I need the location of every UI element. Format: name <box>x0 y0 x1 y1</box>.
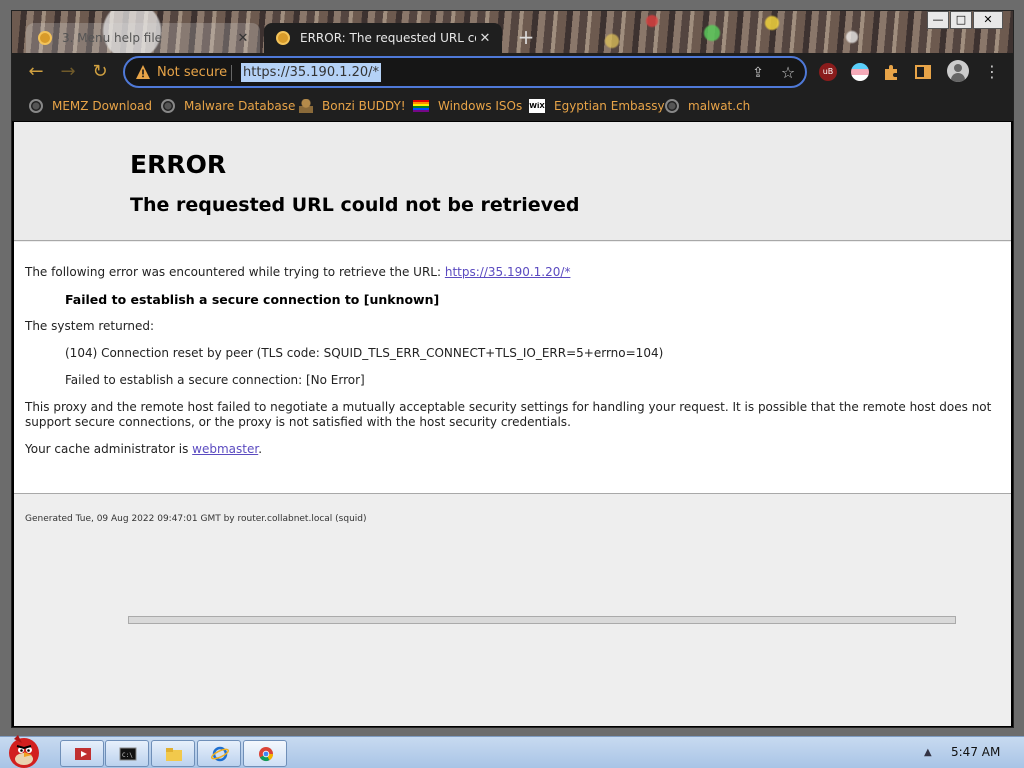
requested-url-link[interactable]: https://35.190.1.20/* <box>445 265 571 279</box>
system-error-line: Failed to establish a secure connection:… <box>65 373 365 387</box>
taskbar-internet-explorer[interactable] <box>197 740 241 767</box>
system-clock[interactable]: 5:47 AM <box>951 745 1000 759</box>
bonzi-icon <box>299 99 313 113</box>
avatar-head <box>954 64 962 72</box>
intro-label: The following error was encountered whil… <box>25 265 442 279</box>
taskbar-file-explorer[interactable] <box>151 740 195 767</box>
taskbar-media-player[interactable] <box>60 740 104 767</box>
svg-text:C:\: C:\ <box>122 752 133 759</box>
start-button-angry-bird-icon[interactable] <box>0 731 50 768</box>
browser-toolbar: ← → ↻ Not secure https://35.190.1.20/* ⇪… <box>12 53 1013 91</box>
bookmark-malware-database[interactable]: Malware Database <box>161 97 295 115</box>
system-returned-label: The system returned: <box>25 319 155 333</box>
tab-close-icon[interactable]: ✕ <box>234 31 252 46</box>
reload-button[interactable]: ↻ <box>87 59 113 85</box>
page-title: ERROR <box>130 150 227 179</box>
chrome-icon <box>259 747 274 762</box>
bookmark-label: MEMZ Download <box>52 99 152 113</box>
close-window-button[interactable]: ✕ <box>973 11 1003 29</box>
address-bar[interactable]: Not secure https://35.190.1.20/* ⇪ ☆ <box>123 56 807 88</box>
bookmark-egyptian-embassy[interactable]: WiX Egyptian Embassy <box>529 97 665 115</box>
menu-kebab-icon[interactable]: ⋮ <box>979 59 1005 85</box>
globe-icon <box>29 99 43 113</box>
ublock-icon[interactable]: uB <box>819 63 837 81</box>
bookmark-windows-isos[interactable]: Windows ISOs <box>413 97 522 115</box>
new-tab-button[interactable]: + <box>515 27 537 49</box>
rainbow-flag-icon <box>413 100 429 112</box>
maximize-button[interactable]: □ <box>950 11 972 29</box>
tab-favicon-icon <box>38 31 52 45</box>
tab-title: ERROR: The requested URL could not be re… <box>300 31 476 45</box>
tab-favicon-icon <box>276 31 290 45</box>
profile-avatar-icon[interactable] <box>947 60 969 82</box>
avatar-body <box>951 73 965 82</box>
web-page: ERROR The requested URL could not be ret… <box>14 122 1011 726</box>
tab-close-icon[interactable]: ✕ <box>476 31 494 46</box>
bookmark-bonzi-buddy[interactable]: Bonzi BUDDY! <box>299 97 406 115</box>
horizontal-scrollbar[interactable] <box>128 616 956 624</box>
explorer-icon <box>166 748 182 761</box>
bookmark-malwatch[interactable]: malwat.ch <box>665 97 750 115</box>
tab-menu-help-file[interactable]: 3. Menu help file ✕ <box>26 23 260 53</box>
url-text[interactable]: https://35.190.1.20/* <box>241 63 382 82</box>
bookmark-label: Egyptian Embassy <box>554 99 665 113</box>
browser-window: 3. Menu help file ✕ ERROR: The requested… <box>11 10 1014 728</box>
warning-icon[interactable] <box>135 64 151 80</box>
title-bar: 3. Menu help file ✕ ERROR: The requested… <box>12 11 1013 53</box>
share-icon[interactable]: ⇪ <box>749 64 767 82</box>
bookmark-label: Windows ISOs <box>438 99 523 113</box>
internet-explorer-icon <box>211 746 229 762</box>
minimize-button[interactable]: — <box>927 11 949 29</box>
explanation-line: support secure connections, or the proxy… <box>25 415 571 429</box>
not-secure-label[interactable]: Not secure <box>157 65 227 80</box>
tab-title: 3. Menu help file <box>62 31 163 45</box>
globe-icon <box>161 99 175 113</box>
show-hidden-icons-button[interactable]: ▲ <box>924 747 932 758</box>
wix-icon: WiX <box>529 99 545 113</box>
bookmark-label: Bonzi BUDDY! <box>322 99 406 113</box>
page-subtitle: The requested URL could not be retrieved <box>130 194 580 216</box>
failure-message: Failed to establish a secure connection … <box>65 292 440 307</box>
explanation-line: This proxy and the remote host failed to… <box>25 400 992 414</box>
globe-icon <box>665 99 679 113</box>
bookmark-label: malwat.ch <box>688 99 751 113</box>
media-player-icon <box>75 748 91 760</box>
admin-suffix: . <box>258 442 263 456</box>
extensions-puzzle-icon[interactable] <box>882 63 900 81</box>
generated-footer: Generated Tue, 09 Aug 2022 09:47:01 GMT … <box>25 514 367 524</box>
admin-text: Your cache administrator is webmaster. <box>25 442 262 456</box>
bookmark-memz-download[interactable]: MEMZ Download <box>29 97 152 115</box>
taskbar: C:\ ▲ 5:47 AM <box>0 735 1024 768</box>
tab-error-page[interactable]: ERROR: The requested URL could not be re… <box>264 23 502 53</box>
webmaster-link[interactable]: webmaster <box>192 442 258 456</box>
taskbar-command-prompt[interactable]: C:\ <box>105 740 149 767</box>
taskbar-chrome[interactable] <box>243 740 287 767</box>
intro-text: The following error was encountered whil… <box>25 265 570 279</box>
trans-flag-extension-icon[interactable] <box>851 63 869 81</box>
bookmark-star-icon[interactable]: ☆ <box>779 64 797 82</box>
bookmark-label: Malware Database <box>184 99 296 113</box>
forward-button[interactable]: → <box>55 59 81 85</box>
divider <box>231 65 232 81</box>
admin-prefix: Your cache administrator is <box>25 442 189 456</box>
system-error-line: (104) Connection reset by peer (TLS code… <box>65 346 664 360</box>
back-button[interactable]: ← <box>23 59 49 85</box>
error-header: ERROR The requested URL could not be ret… <box>14 122 1011 241</box>
error-content: The following error was encountered whil… <box>14 242 1011 494</box>
command-prompt-icon: C:\ <box>119 747 137 761</box>
bookmarks-bar: MEMZ Download Malware Database Bonzi BUD… <box>12 91 1013 121</box>
side-panel-icon[interactable] <box>914 63 932 81</box>
